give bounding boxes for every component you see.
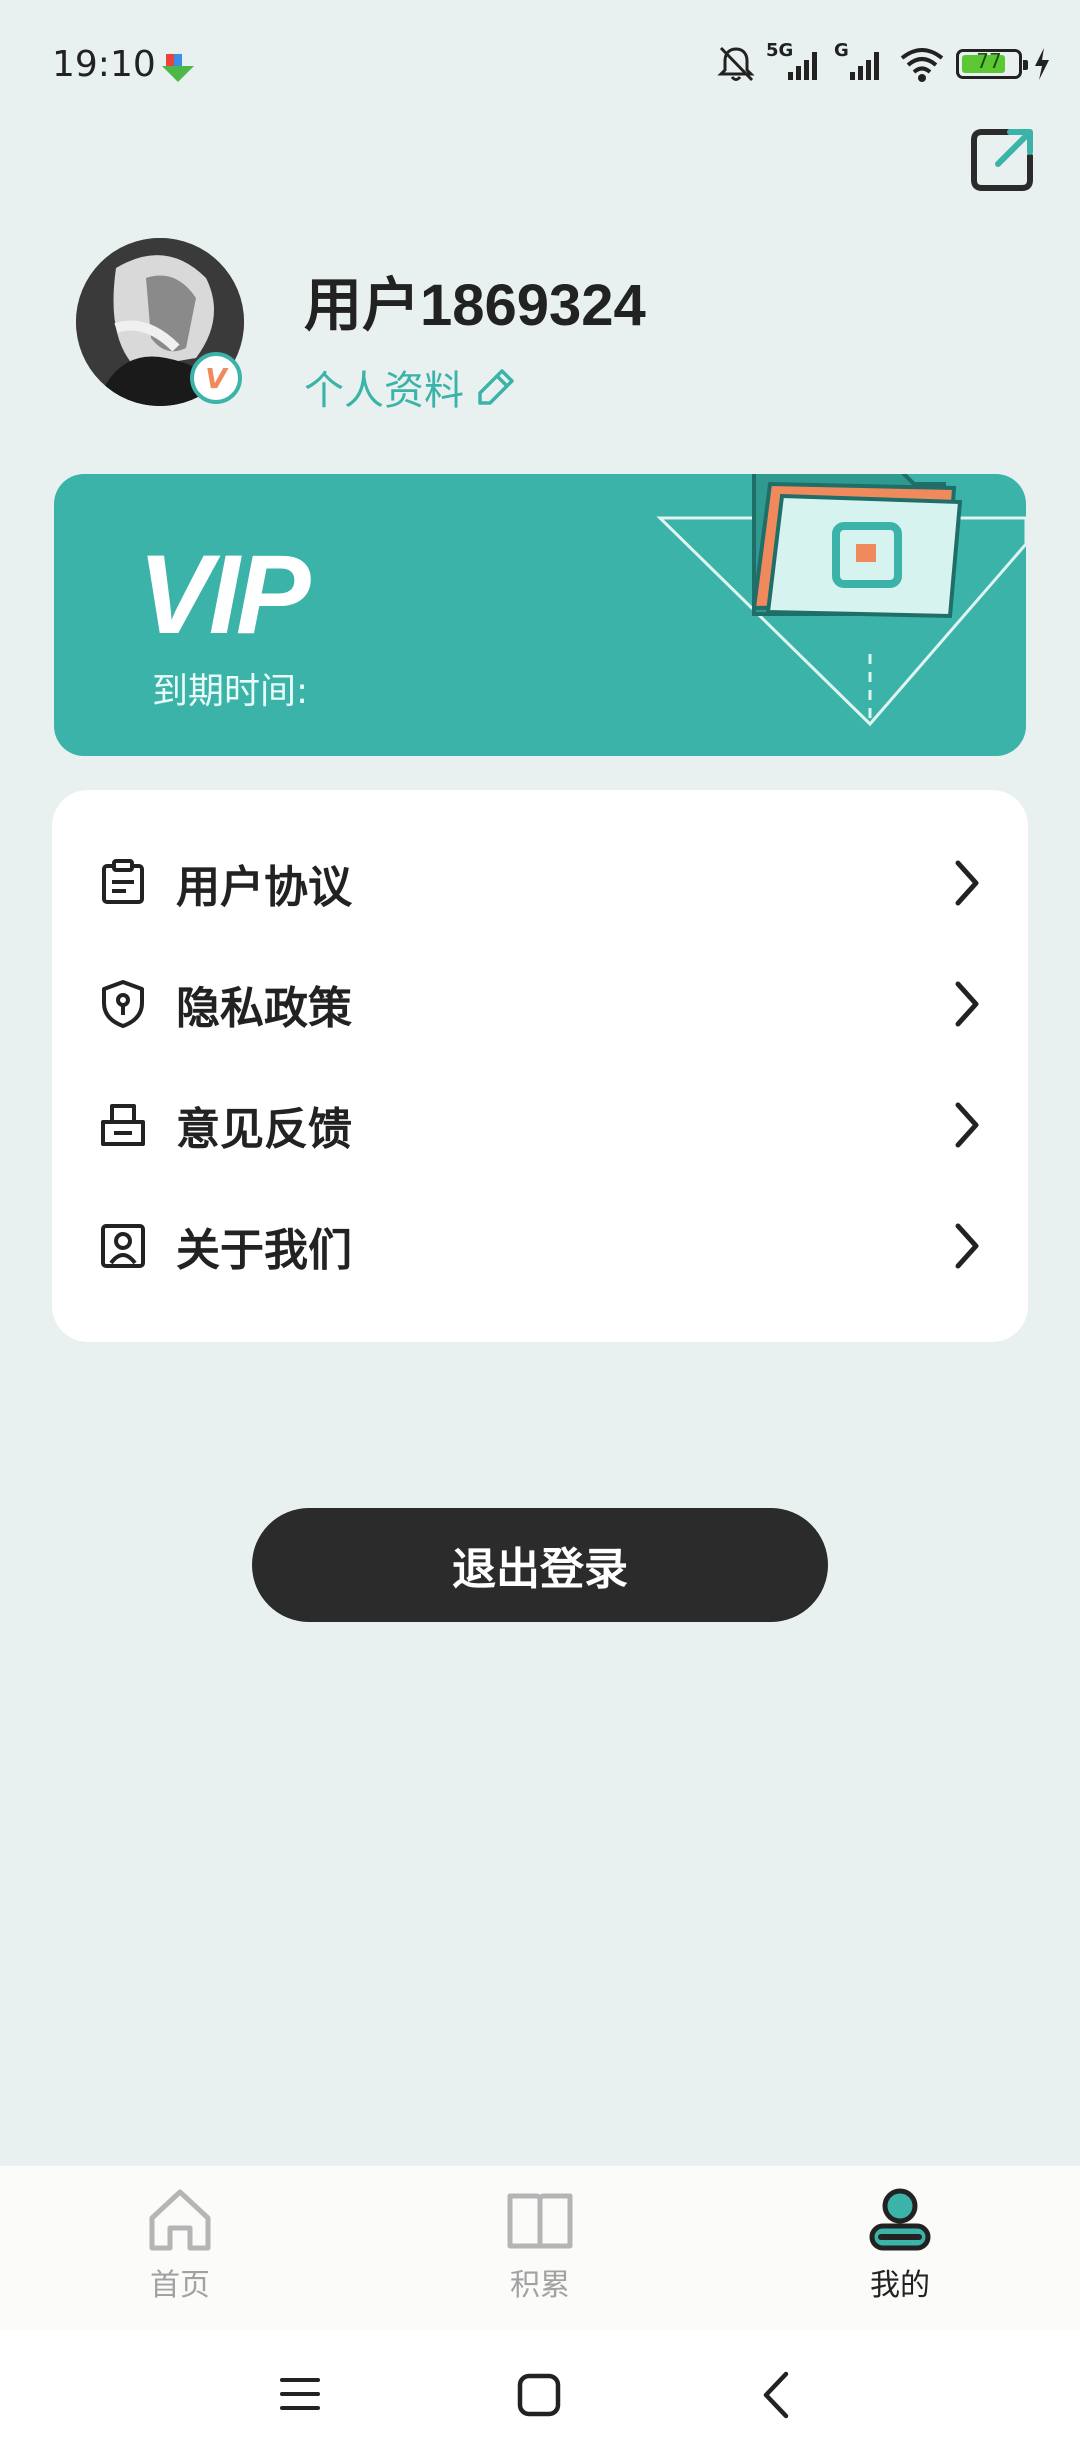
chevron-right-icon [955,981,979,1026]
status-icons: 5G G 77 [716,40,1052,84]
charging-icon [1035,48,1049,80]
battery-icon: 77 [956,49,1028,79]
chevron-right-icon [955,1223,979,1268]
chevron-right-icon [955,860,979,905]
wifi-icon [900,48,944,82]
person-icon [869,2188,931,2251]
home-icon [149,2189,211,2251]
pencil-icon [478,369,514,405]
menu-item-user-agreement[interactable]: 用户协议 [52,822,1028,943]
network-g-label: G [834,40,849,61]
signal-g-icon: G [834,40,888,84]
menu-label: 关于我们 [176,1224,352,1276]
contact-card-icon [101,1223,145,1268]
menu-label: 用户协议 [176,861,352,913]
back-icon[interactable] [758,2370,794,2420]
share-icon[interactable] [968,126,1036,194]
vip-logo: VIP [138,532,311,657]
menu-label: 意见反馈 [176,1103,352,1155]
book-icon [507,2193,573,2249]
feedback-box-icon [101,1103,145,1146]
edit-profile-link[interactable]: 个人资料 [304,358,516,416]
menu-label: 隐私政策 [176,982,352,1034]
edit-profile-label: 个人资料 [304,368,464,414]
logout-button[interactable]: 退出登录 [252,1508,828,1622]
signal-5g-icon: 5G [766,40,824,84]
document-icon [102,858,144,904]
username: 用户1869324 [304,273,646,338]
shield-icon [102,979,144,1028]
vip-expiry-label: 到期时间: [152,671,309,712]
battery-level: 77 [976,49,1002,73]
nav-label: 首页 [150,2268,210,2303]
menu-icon[interactable] [278,2372,322,2416]
bell-muted-icon [717,46,755,82]
app-notification-icon [162,54,194,82]
vip-badge: V [190,352,242,404]
status-time: 19:10 [52,44,156,85]
nav-tab-accumulate[interactable]: 积累 [450,2186,630,2304]
network-5g-label: 5G [766,40,794,61]
menu-item-about-us[interactable]: 关于我们 [52,1185,1028,1306]
menu-item-privacy-policy[interactable]: 隐私政策 [52,943,1028,1064]
system-nav-bar [0,2330,1080,2460]
nav-tab-home[interactable]: 首页 [90,2186,270,2304]
menu-item-feedback[interactable]: 意见反馈 [52,1064,1028,1185]
nav-label: 我的 [870,2268,930,2303]
chevron-right-icon [955,1102,979,1147]
nav-label: 积累 [510,2268,570,2303]
home-square-icon[interactable] [516,2372,562,2418]
nav-tab-mine[interactable]: 我的 [810,2186,990,2304]
